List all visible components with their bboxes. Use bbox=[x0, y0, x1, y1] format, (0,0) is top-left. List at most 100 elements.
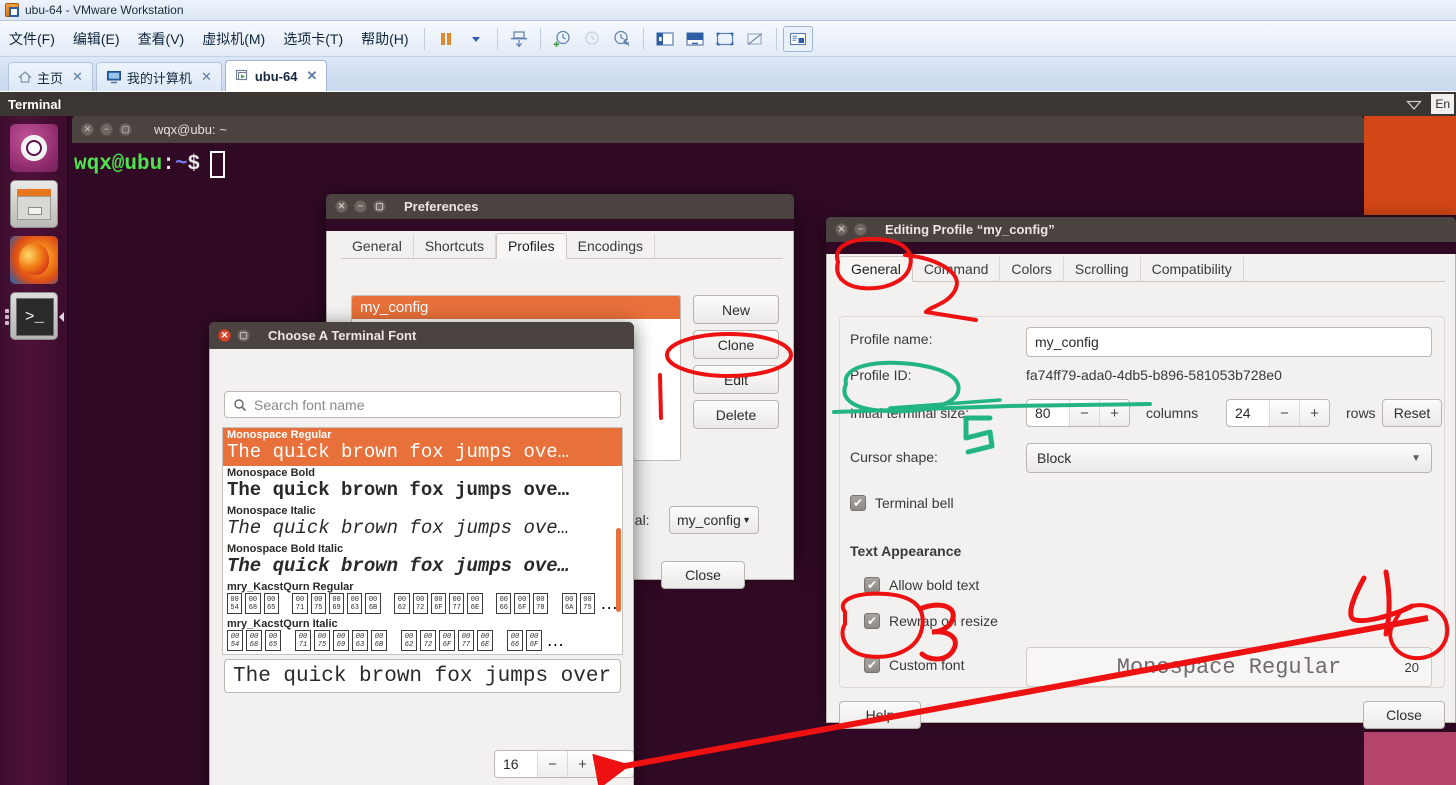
menu-edit[interactable]: 编辑(E) bbox=[64, 25, 129, 53]
prefs-new-button[interactable]: New bbox=[693, 295, 779, 324]
prefs-edit-button[interactable]: Edit bbox=[693, 365, 779, 394]
rows-decrement-button[interactable]: − bbox=[1269, 400, 1299, 426]
list-item[interactable]: mry_KacstQurn Regular 00 54 00 68 00 65 00 71 00… bbox=[223, 580, 622, 617]
profile-editor-minimize-button[interactable]: − bbox=[854, 223, 867, 236]
profile-tab-general[interactable]: General bbox=[839, 256, 913, 282]
profile-editor-close-button[interactable]: ✕ bbox=[835, 223, 848, 236]
list-item[interactable]: my_config bbox=[352, 296, 680, 319]
prefs-tab-general[interactable]: General bbox=[341, 234, 414, 258]
menu-file[interactable]: 文件(F) bbox=[0, 25, 64, 53]
rewrap-on-resize-row[interactable]: ✔ Rewrap on resize bbox=[864, 613, 998, 629]
menu-view[interactable]: 查看(V) bbox=[129, 25, 194, 53]
prefs-tab-shortcuts[interactable]: Shortcuts bbox=[414, 234, 496, 258]
profile-tab-compatibility[interactable]: Compatibility bbox=[1141, 257, 1244, 281]
take-snapshot-button[interactable] bbox=[547, 26, 577, 52]
profile-tab-colors[interactable]: Colors bbox=[1000, 257, 1064, 281]
wifi-icon[interactable] bbox=[1405, 97, 1423, 111]
font-chooser-close-button[interactable]: ✕ bbox=[218, 329, 231, 342]
menu-tabs[interactable]: 选项卡(T) bbox=[274, 25, 352, 53]
list-item[interactable]: Monospace Italic The quick brown fox jum… bbox=[223, 504, 622, 542]
desktop-wallpaper-right-top bbox=[1364, 116, 1456, 215]
columns-decrement-button[interactable]: − bbox=[1069, 400, 1099, 426]
preferences-close-action[interactable]: Close bbox=[661, 561, 745, 589]
tab-home[interactable]: 主页 ✕ bbox=[8, 62, 93, 91]
power-dropdown-button[interactable] bbox=[461, 26, 491, 52]
profile-tab-scrolling[interactable]: Scrolling bbox=[1064, 257, 1141, 281]
home-icon bbox=[18, 71, 32, 83]
custom-font-row[interactable]: ✔ Custom font bbox=[864, 657, 964, 673]
launcher-files[interactable] bbox=[9, 180, 58, 228]
list-item[interactable]: Monospace Bold The quick brown fox jumps… bbox=[223, 466, 622, 504]
manage-vm-button[interactable] bbox=[504, 26, 534, 52]
tab-home-close-icon[interactable]: ✕ bbox=[68, 69, 83, 85]
profile-close-button[interactable]: Close bbox=[1363, 701, 1445, 729]
font-search-input[interactable]: Search font name bbox=[224, 391, 621, 418]
cursor-shape-combo[interactable]: Block ▼ bbox=[1026, 443, 1432, 473]
preferences-minimize-button[interactable]: − bbox=[354, 200, 367, 213]
prefs-tab-profiles[interactable]: Profiles bbox=[495, 233, 567, 259]
columns-increment-button[interactable]: + bbox=[1099, 400, 1129, 426]
font-preview-text: The quick brown fox jumps over bbox=[224, 659, 621, 693]
custom-font-button[interactable]: Monospace Regular 20 bbox=[1026, 647, 1432, 687]
files-icon-drawer bbox=[27, 207, 42, 215]
language-indicator[interactable]: En bbox=[1431, 94, 1454, 114]
terminal-maximize-button[interactable]: ▢ bbox=[119, 123, 132, 136]
unity-mode-button[interactable] bbox=[740, 26, 770, 52]
rows-stepper[interactable]: 24 − + bbox=[1226, 399, 1330, 427]
allow-bold-row[interactable]: ✔ Allow bold text bbox=[864, 577, 979, 593]
tab-ubu-64[interactable]: ubu-64 ✕ bbox=[224, 60, 328, 91]
terminal-bell-checkbox[interactable]: ✔ bbox=[850, 495, 866, 511]
menu-help[interactable]: 帮助(H) bbox=[352, 25, 417, 53]
revert-snapshot-button[interactable] bbox=[577, 26, 607, 52]
prefs-clone-button[interactable]: Clone bbox=[693, 330, 779, 359]
missing-glyph-box: 00 72 bbox=[412, 593, 428, 614]
profile-general-panel: Profile name: my_config Profile ID: fa74… bbox=[839, 316, 1445, 688]
profile-tab-command[interactable]: Command bbox=[913, 257, 1001, 281]
tab-my-computer[interactable]: 我的计算机 ✕ bbox=[95, 62, 222, 91]
font-size-stepper[interactable]: 16 − + bbox=[494, 750, 634, 778]
terminal-bell-row[interactable]: ✔ Terminal bell bbox=[850, 495, 954, 511]
launcher-terminal[interactable]: >_ bbox=[4, 292, 64, 340]
terminal-minimize-button[interactable]: − bbox=[100, 123, 113, 136]
default-profile-combo[interactable]: my_config ▼ bbox=[669, 506, 759, 534]
unity-launcher: >_ bbox=[0, 116, 68, 785]
menu-vm[interactable]: 虚拟机(M) bbox=[193, 25, 274, 53]
tab-ubu-64-close-icon[interactable]: ✕ bbox=[302, 68, 317, 84]
list-item[interactable]: mry_KacstQurn Italic 00 54 00 68 00 65 00 71 00 7… bbox=[223, 617, 622, 654]
prefs-delete-button[interactable]: Delete bbox=[693, 400, 779, 429]
terminal-prompt-userhost: wqx@ubu bbox=[74, 153, 163, 176]
profile-help-button[interactable]: Help bbox=[839, 701, 921, 729]
custom-font-checkbox[interactable]: ✔ bbox=[864, 657, 880, 673]
show-console-button[interactable] bbox=[680, 26, 710, 52]
show-sidebar-button[interactable] bbox=[650, 26, 680, 52]
font-list-scrollbar[interactable] bbox=[616, 528, 621, 612]
font-chooser-maximize-button[interactable]: ▢ bbox=[237, 329, 250, 342]
rewrap-checkbox[interactable]: ✔ bbox=[864, 613, 880, 629]
pause-vm-button[interactable] bbox=[431, 26, 461, 52]
rows-value: 24 bbox=[1235, 405, 1251, 421]
preferences-close-button[interactable]: ✕ bbox=[335, 200, 348, 213]
launcher-firefox[interactable] bbox=[9, 236, 58, 284]
font-size-decrement-button[interactable]: − bbox=[537, 751, 567, 777]
profile-name-input[interactable]: my_config bbox=[1026, 327, 1432, 357]
tab-my-computer-close-icon[interactable]: ✕ bbox=[197, 69, 212, 85]
fullscreen-button[interactable] bbox=[710, 26, 740, 52]
list-item[interactable]: mry_KacstQurn Bold 005400680065007100750… bbox=[223, 654, 622, 655]
allow-bold-checkbox[interactable]: ✔ bbox=[864, 577, 880, 593]
snapshot-manager-button[interactable] bbox=[607, 26, 637, 52]
columns-stepper[interactable]: 80 − + bbox=[1026, 399, 1130, 427]
terminal-close-button[interactable]: ✕ bbox=[81, 123, 94, 136]
rows-increment-button[interactable]: + bbox=[1299, 400, 1329, 426]
list-item[interactable]: Monospace Bold Italic The quick brown fo… bbox=[223, 542, 622, 580]
launcher-ubuntu-dash[interactable] bbox=[9, 124, 58, 172]
reset-terminal-size-button[interactable]: Reset bbox=[1382, 399, 1442, 427]
rewrap-label: Rewrap on resize bbox=[889, 613, 998, 629]
preferences-maximize-button[interactable]: ▢ bbox=[373, 200, 386, 213]
missing-glyph-box: 00 75 bbox=[310, 593, 326, 614]
font-list[interactable]: Monospace Regular The quick brown fox ju… bbox=[222, 427, 623, 655]
font-size-increment-button[interactable]: + bbox=[567, 751, 597, 777]
fullscreen-icon bbox=[716, 32, 733, 45]
list-item[interactable]: Monospace Regular The quick brown fox ju… bbox=[223, 428, 622, 466]
show-thumbnails-button[interactable] bbox=[782, 25, 813, 52]
prefs-tab-encodings[interactable]: Encodings bbox=[567, 234, 656, 258]
